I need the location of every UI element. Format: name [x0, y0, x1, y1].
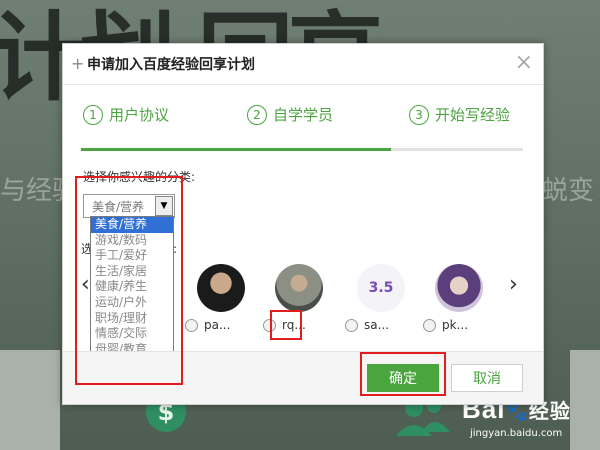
category-select[interactable]: 美食/营养 ▼ — [83, 194, 175, 218]
step-1: 1 用户协议 — [83, 104, 169, 125]
step-indicator: 1 用户协议 2 自学学员 3 开始写经验 — [81, 104, 523, 134]
mentor-radio[interactable] — [345, 318, 358, 332]
background-text-right: 蜕变 — [542, 176, 595, 206]
category-label: 选择你感兴趣的分类: — [83, 170, 196, 184]
background-bar — [0, 350, 60, 450]
avatar: 3.5 — [357, 264, 405, 312]
dialog-header: + 申请加入百度经验回享计划 × — [63, 44, 543, 85]
avatar — [197, 264, 245, 312]
category-option[interactable]: 游戏/数码 — [91, 233, 173, 249]
avatar — [275, 264, 323, 312]
background-bar — [570, 350, 600, 450]
dialog-footer: 确定 取消 — [63, 351, 543, 404]
chevron-down-icon[interactable]: ▼ — [155, 196, 173, 216]
category-option[interactable]: 运动/户外 — [91, 295, 173, 311]
cancel-button[interactable]: 取消 — [451, 364, 523, 392]
step-3: 3 开始写经验 — [409, 104, 510, 125]
step-label: 自学学员 — [273, 106, 334, 124]
step-progress-bar — [81, 148, 523, 151]
dialog-title: 申请加入百度经验回享计划 — [87, 57, 255, 73]
chevron-right-icon[interactable]: › — [509, 272, 518, 297]
apply-dialog: + 申请加入百度经验回享计划 × 1 用户协议 2 自学学员 3 开始写经验 选… — [62, 43, 544, 405]
mentor-item[interactable]: pa... — [185, 264, 255, 332]
plus-icon: + — [71, 54, 85, 73]
mentor-radio[interactable] — [423, 318, 436, 332]
step-label: 用户协议 — [109, 106, 170, 124]
site-url: jingyan.baidu.com — [470, 428, 563, 439]
category-option[interactable]: 手工/爱好 — [91, 248, 173, 264]
category-option[interactable]: 职场/理财 — [91, 311, 173, 327]
mentor-radio[interactable] — [263, 318, 276, 332]
confirm-button[interactable]: 确定 — [367, 364, 439, 392]
step-2: 2 自学学员 — [247, 104, 333, 125]
category-option[interactable]: 健康/养生 — [91, 279, 173, 295]
chevron-left-icon[interactable]: ‹ — [81, 272, 90, 297]
mentor-item[interactable]: 3.5 sa... — [345, 264, 415, 332]
step-label: 开始写经验 — [435, 106, 511, 124]
category-option[interactable]: 美食/营养 — [91, 217, 173, 233]
category-option[interactable]: 生活/家居 — [91, 264, 173, 280]
category-option[interactable]: 情感/交际 — [91, 326, 173, 342]
mentor-radio[interactable] — [185, 318, 198, 332]
mentor-item[interactable]: rq... — [263, 264, 333, 332]
avatar — [435, 264, 483, 312]
close-icon[interactable]: × — [515, 50, 533, 75]
mentor-item[interactable]: pk... — [423, 264, 493, 332]
